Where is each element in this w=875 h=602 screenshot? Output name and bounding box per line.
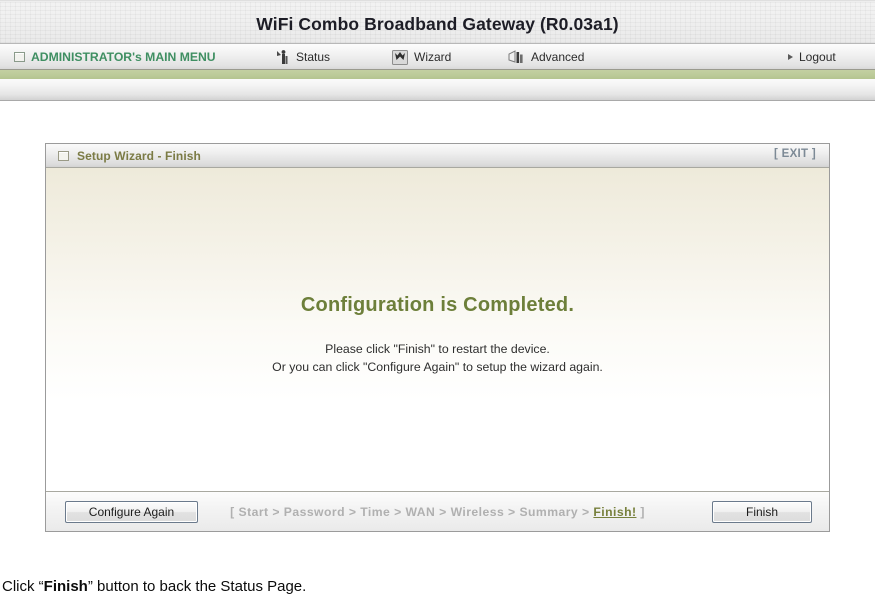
breadcrumb-step: WAN xyxy=(405,505,436,519)
instruction-line-1: Please click "Finish" to restart the dev… xyxy=(325,342,550,356)
breadcrumb-separator: > xyxy=(435,505,451,519)
completion-instructions: Please click "Finish" to restart the dev… xyxy=(46,340,829,376)
nav-item-advanced[interactable]: Advanced xyxy=(508,44,584,70)
nav-item-status[interactable]: Status xyxy=(276,44,330,70)
panel-footer: Configure Again [ Start > Password > Tim… xyxy=(46,491,829,531)
instruction-line-2: Or you can click "Configure Again" to se… xyxy=(272,360,603,374)
breadcrumb-step: Password xyxy=(283,505,345,519)
caption-prefix: Click “ xyxy=(2,578,44,595)
breadcrumb-separator: > xyxy=(344,505,361,519)
panel-header: Setup Wizard - Finish [ EXIT ] xyxy=(46,144,829,168)
nav-logout-label: Logout xyxy=(799,50,836,64)
breadcrumb-step: Wireless xyxy=(450,505,505,519)
nav-wizard-label: Wizard xyxy=(414,50,452,64)
breadcrumb-close: ] xyxy=(636,505,645,519)
breadcrumb-current-step: Finish! xyxy=(593,505,637,519)
nav-item-logout[interactable]: Logout xyxy=(788,44,836,70)
figure-caption: Click “Finish” button to back the Status… xyxy=(0,578,875,595)
completion-headline: Configuration is Completed. xyxy=(300,294,575,316)
breadcrumb-separator: > xyxy=(504,505,520,519)
breadcrumb-step: Summary xyxy=(519,505,579,519)
breadcrumb-step: Time xyxy=(360,505,391,519)
exit-link[interactable]: [ EXIT ] xyxy=(774,148,816,160)
app-titlebar: WiFi Combo Broadband Gateway (R0.03a1) xyxy=(0,0,875,44)
breadcrumb-separator: > xyxy=(390,505,406,519)
setup-wizard-panel: Setup Wizard - Finish [ EXIT ] Configura… xyxy=(45,143,830,532)
nav-administrator-main-menu[interactable]: ADMINISTRATOR's MAIN MENU xyxy=(14,44,216,70)
subnav-strip xyxy=(0,79,875,101)
window-icon xyxy=(58,150,69,161)
caption-suffix: ” button to back the Status Page. xyxy=(87,578,307,595)
status-antenna-icon xyxy=(276,49,290,65)
breadcrumb-step: Start xyxy=(238,505,269,519)
advanced-tools-icon xyxy=(508,49,525,65)
arrow-right-icon xyxy=(788,54,793,60)
breadcrumb-separator: > xyxy=(578,505,594,519)
nav-advanced-label: Advanced xyxy=(531,50,585,64)
caption-bold-term: Finish xyxy=(43,578,88,595)
breadcrumb-open: [ xyxy=(230,505,239,519)
page-content-area: Setup Wizard - Finish [ EXIT ] Configura… xyxy=(0,101,875,566)
page-title: WiFi Combo Broadband Gateway (R0.03a1) xyxy=(256,14,619,34)
titlebar-top-edge xyxy=(0,0,875,2)
panel-title: Setup Wizard - Finish xyxy=(77,148,201,163)
green-accent-band xyxy=(0,70,875,79)
wizard-hat-icon xyxy=(392,49,408,65)
nav-item-wizard[interactable]: Wizard xyxy=(392,44,451,70)
main-navbar: ADMINISTRATOR's MAIN MENU Status Wizard … xyxy=(0,44,875,70)
nav-status-label: Status xyxy=(296,50,331,64)
nav-main-menu-label: ADMINISTRATOR's MAIN MENU xyxy=(31,49,216,64)
breadcrumb-separator: > xyxy=(268,505,284,519)
router-admin-page: WiFi Combo Broadband Gateway (R0.03a1) A… xyxy=(0,0,875,602)
finish-button[interactable]: Finish xyxy=(712,501,812,523)
window-icon xyxy=(14,52,25,62)
panel-content: Configuration is Completed. Please click… xyxy=(46,168,829,491)
